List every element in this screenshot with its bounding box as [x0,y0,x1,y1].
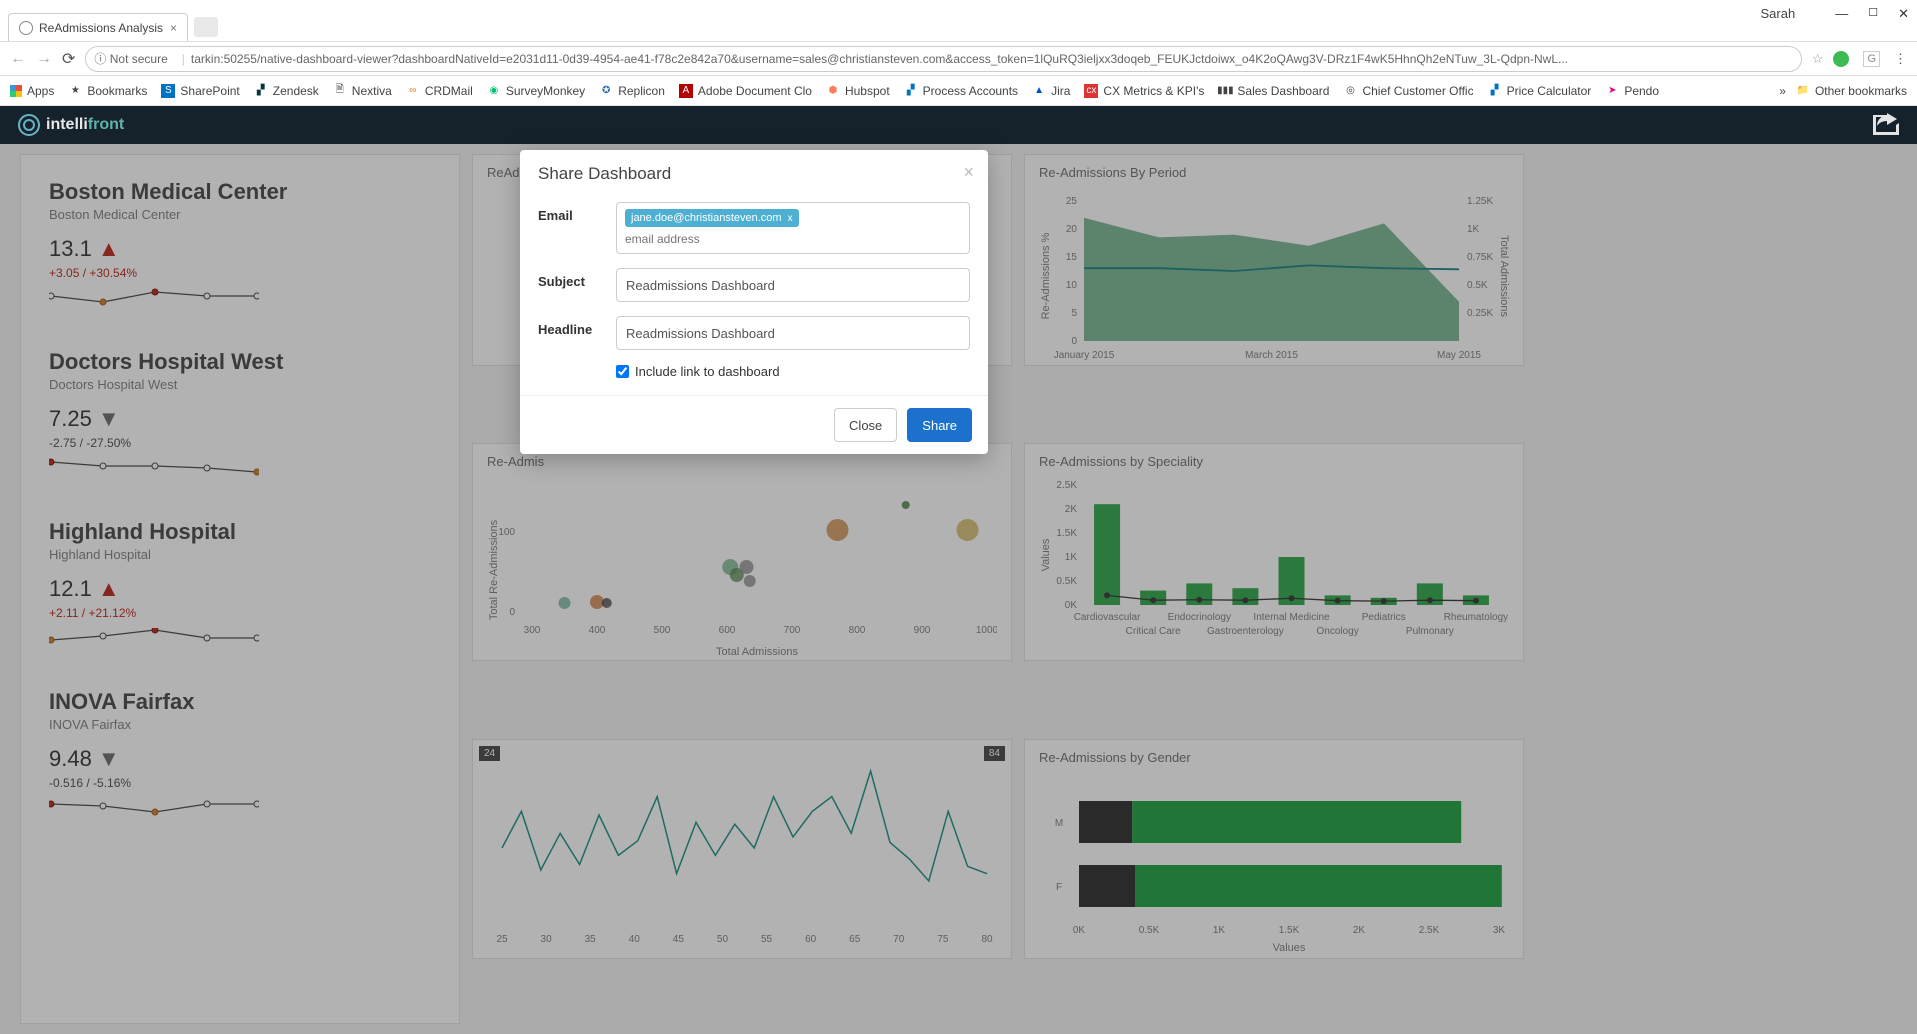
email-tag[interactable]: jane.doe@christiansteven.comx [625,209,799,227]
headline-input[interactable] [616,316,970,350]
browser-toolbar: ← → ⟳ ⓘ Not secure | tarkin:50255/native… [0,42,1917,76]
bookmark-item[interactable]: ✪Replicon [599,84,665,98]
tab-favicon-icon [19,21,33,35]
process-icon: ▞ [904,84,918,98]
include-link-label: Include link to dashboard [635,364,780,379]
bookmarks-overflow-icon[interactable]: » [1779,84,1786,98]
modal-close-icon[interactable]: × [963,162,974,183]
browser-tab[interactable]: ReAdmissions Analysis × [8,13,188,41]
bookmark-item[interactable]: ◎Chief Customer Offic [1343,84,1473,98]
chrome-menu-icon[interactable]: ⋮ [1894,51,1907,67]
extension-icon[interactable] [1833,51,1849,67]
forward-icon[interactable]: → [36,50,52,68]
bar-chart-icon: ▮▮▮ [1218,84,1232,98]
zendesk-icon: ▞ [254,84,268,98]
bookmark-item[interactable]: ◉SurveyMonkey [487,84,585,98]
tab-title: ReAdmissions Analysis [39,21,163,35]
window-close-icon[interactable]: ✕ [1898,6,1909,22]
close-button[interactable]: Close [834,408,897,442]
include-link-checkbox[interactable] [616,365,629,378]
reload-icon[interactable]: ⟳ [62,49,75,69]
other-bookmarks[interactable]: 📁Other bookmarks [1796,84,1907,98]
bookmark-item[interactable]: ▞Process Accounts [904,84,1018,98]
modal-title: Share Dashboard [538,164,671,183]
share-button[interactable]: Share [907,408,972,442]
bookmark-item[interactable]: ∞CRDMail [406,84,473,98]
url-text: tarkin:50255/native-dashboard-viewer?das… [191,52,1568,66]
bookmark-item[interactable]: ▞Zendesk [254,84,319,98]
customer-icon: ◎ [1343,84,1357,98]
sharepoint-icon: S [161,84,175,98]
folder-icon: 📁 [1796,84,1810,98]
subject-label: Subject [538,268,616,289]
address-bar[interactable]: ⓘ Not secure | tarkin:50255/native-dashb… [85,46,1801,72]
remove-tag-icon[interactable]: x [788,213,793,224]
bookmark-item[interactable]: 🗎Nextiva [333,84,392,98]
bookmark-item[interactable]: AAdobe Document Clo [679,84,812,98]
apps-grid-icon [10,85,22,97]
security-badge: ⓘ Not secure [94,50,167,67]
subject-input[interactable] [616,268,970,302]
bookmark-item[interactable]: ⬢Hubspot [826,84,890,98]
adobe-icon: A [679,84,693,98]
hubspot-icon: ⬢ [826,84,840,98]
browser-tab-strip: ReAdmissions Analysis × [0,12,1917,42]
email-tags-input[interactable]: jane.doe@christiansteven.comx [616,202,970,254]
star-icon: ★ [68,84,82,98]
back-icon[interactable]: ← [10,50,26,68]
bookmark-item[interactable]: ▞Price Calculator [1488,84,1592,98]
window-maximize-icon[interactable]: ☐ [1868,6,1878,22]
headline-label: Headline [538,316,616,337]
bookmark-star-icon[interactable]: ☆ [1812,51,1824,67]
cx-icon: cx [1084,84,1098,98]
window-minimize-icon[interactable]: — [1835,6,1848,22]
bookmark-item[interactable]: SSharePoint [161,84,239,98]
logo-mark-icon [18,114,40,136]
bookmarks-bar: Apps ★Bookmarks SSharePoint ▞Zendesk 🗎Ne… [0,76,1917,106]
crdmail-icon: ∞ [406,84,420,98]
bookmark-item[interactable]: ▲Jira [1032,84,1070,98]
calculator-icon: ▞ [1488,84,1502,98]
page-icon: 🗎 [333,84,347,98]
share-dashboard-modal: Share Dashboard × Email jane.doe@christi… [520,150,988,454]
tab-close-icon[interactable]: × [170,21,177,35]
app-header: intellifront [0,106,1917,144]
email-label: Email [538,202,616,223]
jira-icon: ▲ [1032,84,1046,98]
app-logo[interactable]: intellifront [18,114,124,136]
pendo-icon: ➤ [1605,84,1619,98]
extension-icon[interactable]: G [1863,51,1880,67]
replicon-icon: ✪ [599,84,613,98]
bookmark-item[interactable]: cxCX Metrics & KPI's [1084,84,1204,98]
bookmark-item[interactable]: ▮▮▮Sales Dashboard [1218,84,1329,98]
surveymonkey-icon: ◉ [487,84,501,98]
share-export-icon[interactable] [1873,113,1899,138]
new-tab-button[interactable] [194,17,218,37]
windows-user: Sarah [1761,6,1796,22]
apps-button[interactable]: Apps [10,84,54,98]
email-input[interactable] [625,232,745,246]
bookmark-item[interactable]: ★Bookmarks [68,84,147,98]
bookmark-item[interactable]: ➤Pendo [1605,84,1659,98]
